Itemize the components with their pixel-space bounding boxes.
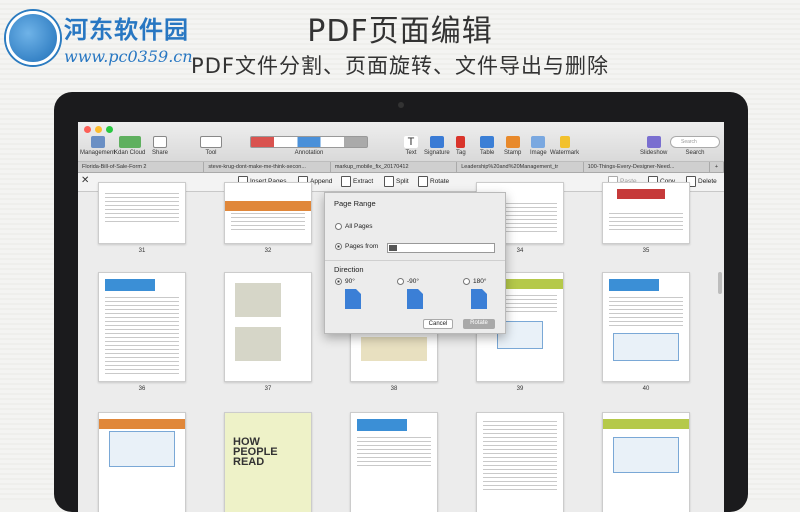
radio-selected-icon [335, 243, 342, 250]
rotate-button[interactable]: Rotate [418, 176, 449, 187]
document-tabs: Florida-Bill-of-Sale-Form 2 steve-krug-d… [78, 162, 724, 173]
toolbar-image[interactable]: Image [530, 136, 547, 156]
page-thumbnail[interactable] [350, 412, 438, 512]
toolbar-kdan-cloud[interactable]: Kdan Cloud [114, 136, 145, 156]
rotate-minus-90-radio[interactable]: -90° [397, 278, 419, 285]
rotate-clockwise-icon [345, 289, 361, 309]
page-thumbnail[interactable] [602, 412, 690, 512]
pen-icon [429, 136, 444, 148]
image-icon [531, 136, 546, 148]
watermark-url: www.pc0359.cn [64, 47, 193, 66]
sidebar-icon [90, 136, 105, 148]
split-button[interactable]: Split [384, 176, 409, 187]
watermark-icon [559, 136, 570, 148]
page-thumbnail[interactable] [98, 412, 186, 512]
stamp-icon [505, 136, 520, 148]
all-pages-radio[interactable]: All Pages [335, 223, 372, 230]
page-number: 39 [516, 386, 524, 392]
camera-icon [398, 102, 404, 108]
radio-icon [463, 278, 470, 285]
page-thumbnail[interactable] [476, 412, 564, 512]
close-page-edit-button[interactable]: ✕ [81, 175, 89, 186]
toolbar-tool[interactable]: Tool [200, 136, 222, 156]
search-input[interactable]: Search [670, 136, 720, 148]
hand-icon [200, 136, 222, 148]
add-tab-button[interactable]: + [710, 162, 724, 172]
tab-document[interactable]: markup_mobile_fix_20170412 [331, 162, 458, 172]
toolbar-slideshow[interactable]: Slideshow [640, 136, 667, 156]
toolbar-stamp[interactable]: Stamp [504, 136, 521, 156]
radio-icon [335, 223, 342, 230]
page-thumbnail[interactable] [224, 182, 312, 244]
rotate-counterclockwise-icon [407, 289, 423, 309]
toolbar-share[interactable]: Share [152, 136, 168, 156]
share-icon [153, 136, 167, 148]
toolbar-table[interactable]: Table [480, 136, 494, 156]
page-number: 36 [138, 386, 146, 392]
site-watermark: 河东软件园 www.pc0359.cn [6, 10, 193, 66]
watermark-name: 河东软件园 [64, 15, 189, 44]
radio-icon [397, 278, 404, 285]
zoom-window-button[interactable] [106, 126, 113, 133]
tab-document[interactable]: steve-krug-dont-make-me-think-secon... [204, 162, 331, 172]
close-window-button[interactable] [84, 126, 91, 133]
rotate-180-radio[interactable]: 180° [463, 278, 486, 285]
pages-from-radio[interactable]: Pages from [335, 243, 378, 250]
cloud-icon [118, 136, 141, 148]
rotate-180-icon [471, 289, 487, 309]
page-thumbnail[interactable] [602, 272, 690, 382]
toolbar-watermark[interactable]: Watermark [550, 136, 579, 156]
table-icon [480, 136, 495, 148]
split-icon [384, 176, 394, 187]
page-range-heading: Page Range [334, 199, 376, 208]
divider [325, 260, 505, 261]
toolbar-management[interactable]: Management [80, 136, 115, 156]
extract-icon [341, 176, 351, 187]
tab-document[interactable]: Leadership%20and%20Management_tr [457, 162, 584, 172]
minimize-window-button[interactable] [95, 126, 102, 133]
page-number: 40 [642, 386, 650, 392]
toolbar-tag[interactable]: Tag [456, 136, 466, 156]
rotate-icon [418, 176, 428, 187]
page-thumbnail[interactable] [98, 272, 186, 382]
app-window: Management Kdan Cloud Share Tool Annotat… [78, 122, 724, 512]
slideshow-icon [646, 136, 661, 148]
annotation-icon [250, 136, 368, 148]
scrollbar-thumb[interactable] [718, 272, 722, 294]
page-thumbnail[interactable] [350, 332, 438, 382]
toolbar-signature[interactable]: Signature [424, 136, 450, 156]
rotate-dialog: Page Range All Pages Pages from Directio… [324, 192, 506, 334]
cancel-button[interactable]: Cancel [423, 319, 453, 329]
window-controls [84, 126, 113, 133]
page-thumbnail[interactable] [98, 182, 186, 244]
delete-button[interactable]: Delete [686, 176, 717, 187]
site-logo-icon [6, 11, 60, 65]
page-number: 31 [138, 248, 146, 254]
toolbar-text[interactable]: T Text [404, 136, 418, 156]
tab-document[interactable]: Florida-Bill-of-Sale-Form 2 [78, 162, 205, 172]
laptop-frame: Management Kdan Cloud Share Tool Annotat… [54, 92, 748, 512]
page-number: 37 [264, 386, 272, 392]
page-number: 38 [390, 386, 398, 392]
toolbar-search[interactable]: Search Search [670, 136, 720, 156]
radio-selected-icon [335, 278, 342, 285]
text-icon: T [404, 136, 418, 148]
page-number: 35 [642, 248, 650, 254]
extract-button[interactable]: Extract [341, 176, 373, 187]
rotate-confirm-button[interactable]: Rotate [463, 319, 495, 329]
rotate-90-radio[interactable]: 90° [335, 278, 355, 285]
page-number: 32 [264, 248, 272, 254]
page-thumbnail[interactable] [224, 272, 312, 382]
toolbar-annotation[interactable]: Annotation [250, 136, 368, 156]
tag-icon [456, 136, 466, 148]
tab-document[interactable]: 100-Things-Every-Designer-Need... [584, 162, 711, 172]
thumbnail-title: HOW PEOPLE READ [233, 436, 278, 468]
toolbar: Management Kdan Cloud Share Tool Annotat… [78, 122, 724, 162]
page-thumbnail[interactable]: HOW PEOPLE READ [224, 412, 312, 512]
pages-from-input[interactable] [387, 243, 495, 253]
page-thumbnail[interactable] [602, 182, 690, 244]
direction-heading: Direction [334, 265, 364, 274]
